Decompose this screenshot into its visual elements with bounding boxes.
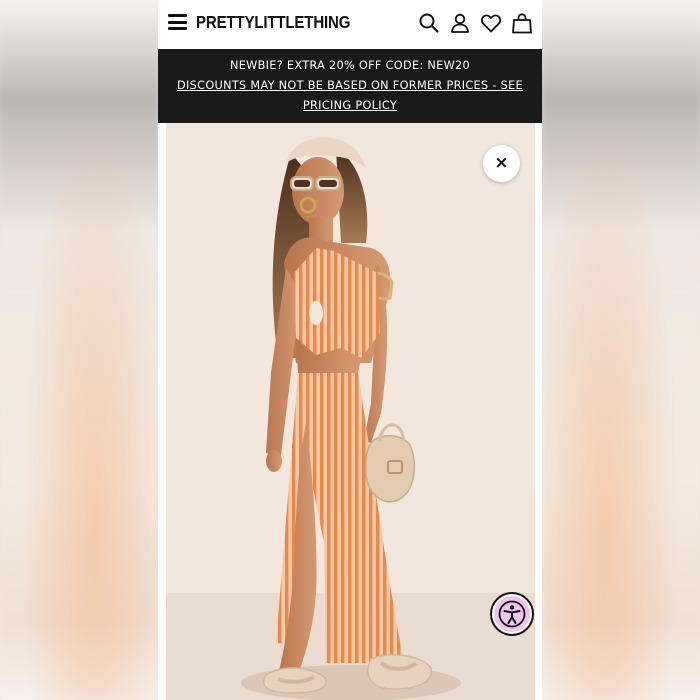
wishlist-heart-icon[interactable] bbox=[479, 11, 503, 35]
mobile-viewport: PRETTYLITTLETHING NEWBIE? EXTRA 20% OFF … bbox=[158, 0, 542, 700]
account-icon[interactable] bbox=[448, 11, 472, 35]
site-logo[interactable]: PRETTYLITTLETHING bbox=[196, 12, 350, 33]
product-image[interactable] bbox=[166, 123, 535, 700]
promo-banner[interactable]: NEWBIE? EXTRA 20% OFF CODE: NEW20 DISCOU… bbox=[158, 49, 542, 123]
background-blur-left bbox=[0, 0, 158, 700]
background-blur-right bbox=[542, 0, 700, 700]
pricing-policy-link[interactable]: DISCOUNTS MAY NOT BE BASED ON FORMER PRI… bbox=[158, 76, 542, 116]
promo-code-text: NEWBIE? EXTRA 20% OFF CODE: NEW20 bbox=[229, 59, 471, 72]
accessibility-button[interactable] bbox=[490, 592, 534, 636]
accessibility-icon bbox=[494, 596, 530, 632]
menu-icon[interactable] bbox=[168, 14, 187, 30]
shopping-bag-icon[interactable] bbox=[510, 11, 534, 35]
close-button[interactable]: × bbox=[483, 145, 520, 182]
site-header: PRETTYLITTLETHING bbox=[158, 0, 542, 49]
search-icon[interactable] bbox=[417, 11, 441, 35]
close-icon: × bbox=[494, 153, 509, 173]
